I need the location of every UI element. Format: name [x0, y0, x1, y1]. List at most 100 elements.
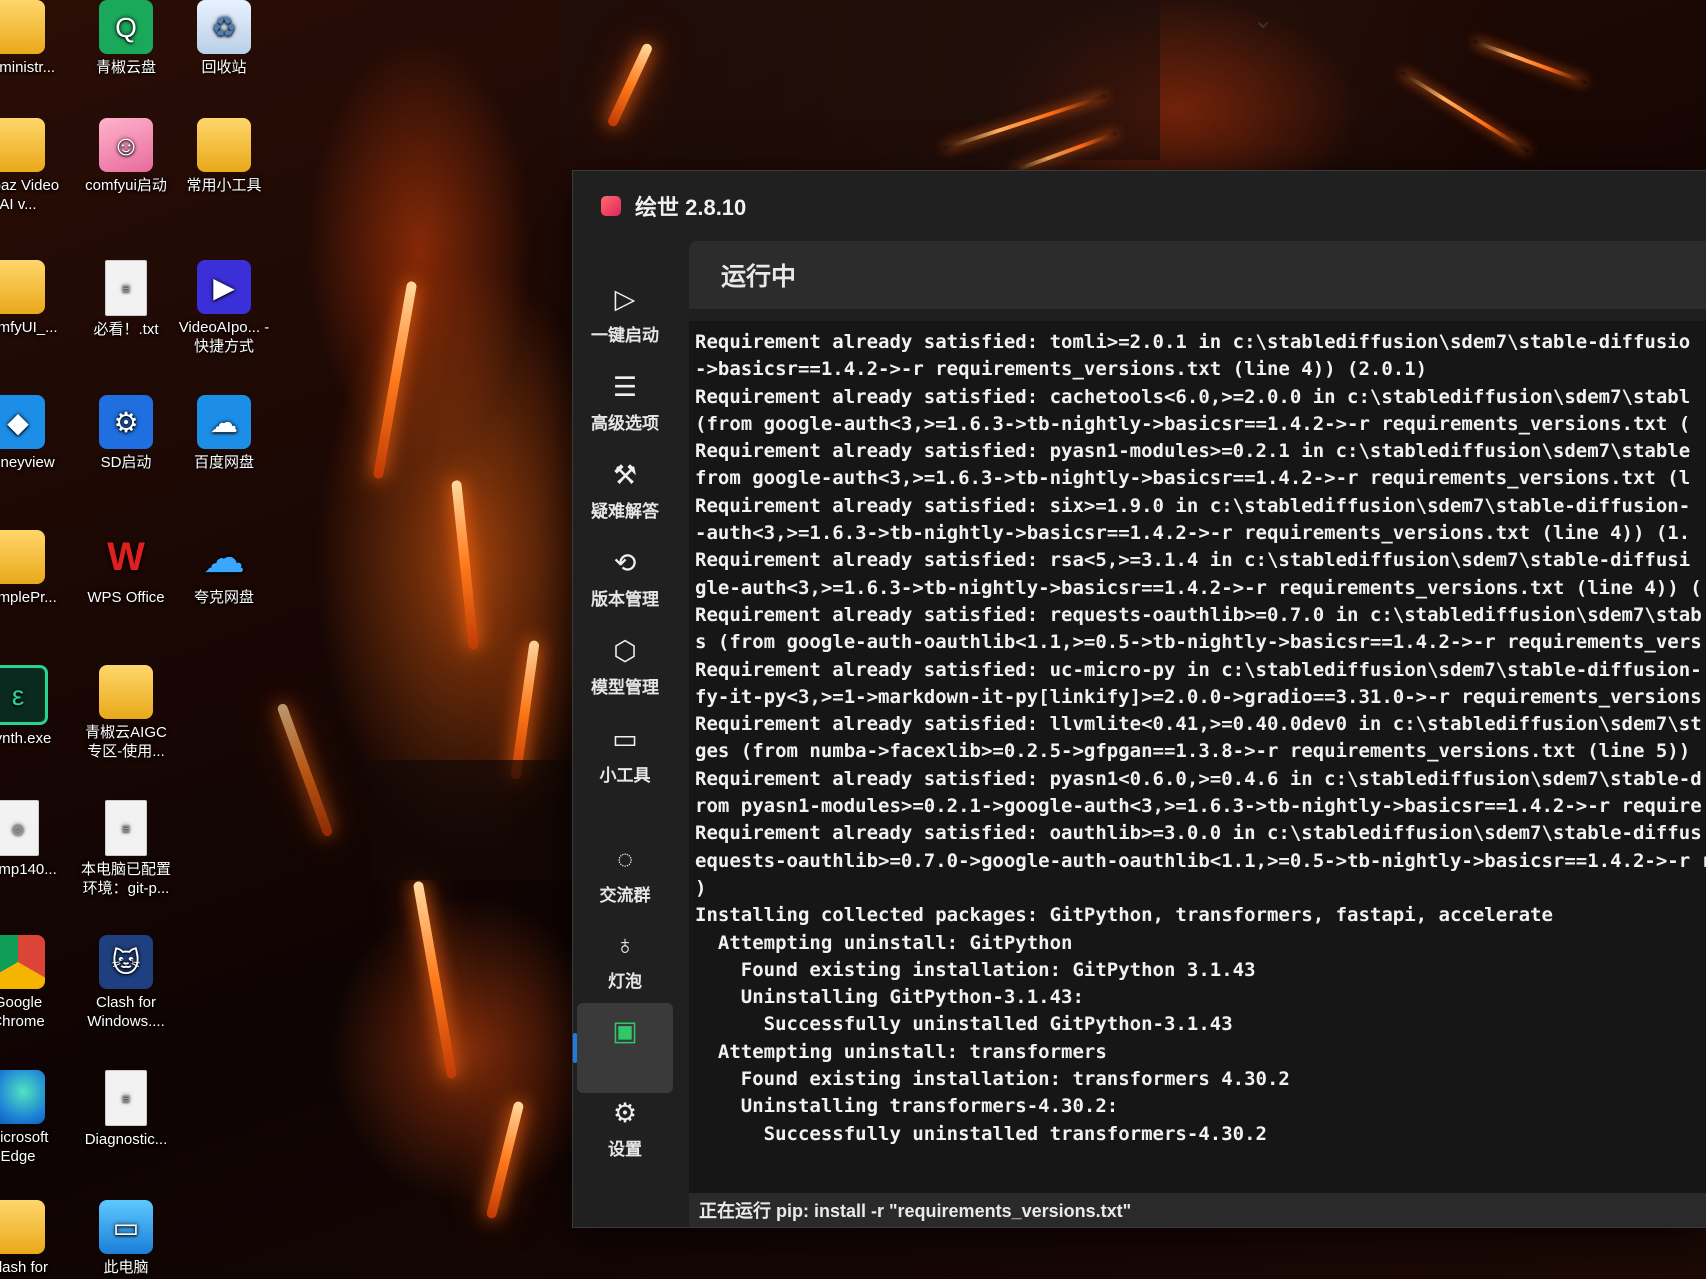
recycle-bin-icon: ♻	[197, 0, 251, 54]
nav-item-label: 设置	[608, 1140, 642, 1159]
desktop-icon[interactable]: Administr...	[0, 0, 66, 77]
desktop-icon[interactable]: ≡ 本电脑已配置环境：git-p...	[78, 800, 174, 898]
console-line: equests-oauthlib>=0.7.0->google-auth-oau…	[695, 849, 1706, 872]
desktop-icon-label: Clash for	[0, 1259, 49, 1276]
nav-item-list[interactable]: ☰ 高级选项	[577, 359, 673, 449]
desktop-icon-label: Google Chrome	[0, 994, 45, 1030]
desktop-icon-label: 青椒云盘	[95, 59, 156, 76]
desktop-icon[interactable]: Clash for	[0, 1200, 66, 1277]
desktop-icon[interactable]: SamplePr...	[0, 530, 66, 607]
desktop-icon-label: ComfyUI_...	[0, 319, 58, 336]
gear-icon: ⚙	[99, 395, 153, 449]
console-line: Found existing installation: transformer…	[695, 1068, 1290, 1091]
desktop-icon[interactable]: ≡ 必看！.txt	[78, 260, 174, 339]
desktop-icon[interactable]: 🐱 Clash for Windows....	[78, 935, 174, 1031]
desktop-icon[interactable]: W WPS Office	[78, 530, 174, 607]
folder-icon	[99, 665, 153, 719]
console-line: (from google-auth<3,>=1.6.3->tb-nightly-…	[695, 412, 1691, 435]
console-line: fy-it-py<3,>=1->markdown-it-py[linkify]>…	[695, 685, 1702, 708]
console-line: Requirement already satisfied: oauthlib>…	[695, 822, 1702, 845]
desktop-icon-label: 青椒云AIGC专区-使用...	[85, 724, 167, 760]
console-line: Successfully uninstalled transformers-4.…	[695, 1122, 1267, 1145]
desktop-icon-label: 此电脑	[103, 1259, 149, 1276]
nav-item-chat[interactable]: ◌ 交流群	[577, 831, 673, 921]
nav-item-label: 一键启动	[591, 326, 659, 345]
desktop-icon-label: 常用小工具	[186, 177, 262, 194]
desktop-icon-label: Comp140...	[0, 861, 57, 878]
nav-item-lightbulb[interactable]: ♁ 灯泡	[577, 917, 673, 1007]
console-line: Requirement already satisfied: cachetool…	[695, 385, 1691, 408]
edge-icon	[0, 1070, 45, 1124]
desktop-icon[interactable]: ◎ Comp140...	[0, 800, 66, 879]
desktop-icon-label: 回收站	[201, 59, 247, 76]
desktop-icon[interactable]: ☁ 夸克网盘	[176, 530, 272, 607]
desktop-icon[interactable]: ComfyUI_...	[0, 260, 66, 337]
desktop-icon-label: Diagnostic...	[84, 1131, 168, 1148]
list-icon: ☰	[612, 372, 638, 402]
history-icon: ⟲	[613, 548, 637, 578]
file-icon: ◎	[0, 800, 39, 856]
desktop-icon[interactable]: Google Chrome	[0, 935, 66, 1031]
console-line: Attempting uninstall: GitPython	[695, 931, 1073, 954]
desktop-icon[interactable]: ▭ 此电脑	[78, 1200, 174, 1277]
console-line: Attempting uninstall: transformers	[695, 1040, 1107, 1063]
main-panel: 运行中 Requirement already satisfied: tomli…	[689, 241, 1706, 1227]
desktop-icon[interactable]: ⚙ SD启动	[78, 395, 174, 472]
desktop-icon-label: VideoAIpo... - 快捷方式	[178, 319, 270, 355]
lightbulb-icon: ♁	[614, 930, 636, 960]
console-line: Requirement already satisfied: requests-…	[695, 603, 1702, 626]
desktop-icon[interactable]: Q 青椒云盘	[78, 0, 174, 77]
sidebar-nav: ▷ 一键启动 ☰ 高级选项 ⚒ 疑难解答 ⟲ 版本管理 ⬡ 模型管理 ▭ 小工具 ◌ 交流群 ♁ 灯泡 ▣ ⚙ 设置	[573, 241, 685, 1227]
desktop-icon-label: Administr...	[0, 59, 56, 76]
console-line: Requirement already satisfied: llvmlite<…	[695, 713, 1702, 736]
console-line: )	[695, 876, 707, 899]
video-ai-icon: ▶	[197, 260, 251, 314]
folder-icon	[0, 118, 45, 172]
nav-item-label: 版本管理	[591, 590, 659, 609]
desktop-icon[interactable]: Topaz Video AI v...	[0, 118, 66, 214]
desktop-icon-label: SD启动	[100, 454, 152, 471]
console-line: s (from google-auth-oauthlib<1.1,>=0.5->…	[695, 631, 1702, 654]
desktop-icon[interactable]: ▶ VideoAIpo... - 快捷方式	[176, 260, 272, 356]
toolbox-icon: ▭	[612, 724, 638, 754]
console-line: Requirement already satisfied: pyasn1<0.…	[695, 767, 1702, 790]
console-line: Requirement already satisfied: uc-micro-…	[695, 658, 1702, 681]
desktop-icon-label: WPS Office	[87, 589, 165, 606]
nav-item-label: 交流群	[599, 886, 651, 905]
desktop-icon[interactable]: ♻ 回收站	[176, 0, 272, 77]
console-line: -auth<3,>=1.6.3->tb-nightly->basicsr==1.…	[695, 522, 1691, 545]
desktop-icon[interactable]: ε Synth.exe	[0, 665, 66, 748]
gear-icon: ⚙	[612, 1098, 638, 1128]
nav-item-play[interactable]: ▷ 一键启动	[577, 271, 673, 361]
folder-icon	[0, 260, 45, 314]
nav-item-cube[interactable]: ⬡ 模型管理	[577, 623, 673, 713]
desktop-icon[interactable]: Microsoft Edge	[0, 1070, 66, 1166]
desktop-icon[interactable]: ◆ Honeyview	[0, 395, 66, 472]
text-file-icon: ≡	[105, 800, 147, 856]
clash-icon: 🐱	[99, 935, 153, 989]
status-bar: 正在运行 pip: install -r "requirements_versi…	[689, 1193, 1706, 1227]
desktop-icon[interactable]: 常用小工具	[176, 118, 272, 195]
console-line: Requirement already satisfied: tomli>=2.…	[695, 331, 1691, 353]
play-icon: ▷	[614, 284, 636, 314]
nav-item-gear[interactable]: ⚙ 设置	[577, 1085, 673, 1175]
nav-item-history[interactable]: ⟲ 版本管理	[577, 535, 673, 625]
nav-item-tools[interactable]: ⚒ 疑难解答	[577, 447, 673, 537]
status-header: 运行中	[689, 241, 1706, 309]
console-output[interactable]: Requirement already satisfied: tomli>=2.…	[689, 321, 1706, 1193]
desktop-icon-label: Microsoft Edge	[0, 1129, 49, 1165]
chevron-down-icon[interactable]: ⌄	[1253, 6, 1273, 35]
nav-item-terminal[interactable]: ▣	[573, 1003, 673, 1093]
console-line: Found existing installation: GitPython 3…	[695, 958, 1256, 981]
wps-icon: W	[107, 534, 145, 579]
text-file-icon: ≡	[105, 260, 147, 316]
nav-item-toolbox[interactable]: ▭ 小工具	[577, 711, 673, 801]
desktop-icon-label: SamplePr...	[0, 589, 57, 606]
desktop-icon[interactable]: ☁ 百度网盘	[176, 395, 272, 472]
folder-icon	[0, 530, 45, 584]
console-line: Requirement already satisfied: rsa<5,>=3…	[695, 549, 1691, 572]
desktop-icon[interactable]: ☺ comfyui启动	[78, 118, 174, 195]
window-titlebar[interactable]: 绘世 2.8.10	[573, 171, 1706, 241]
desktop-icon[interactable]: 青椒云AIGC专区-使用...	[78, 665, 174, 761]
desktop-icon[interactable]: ≡ Diagnostic...	[78, 1070, 174, 1149]
